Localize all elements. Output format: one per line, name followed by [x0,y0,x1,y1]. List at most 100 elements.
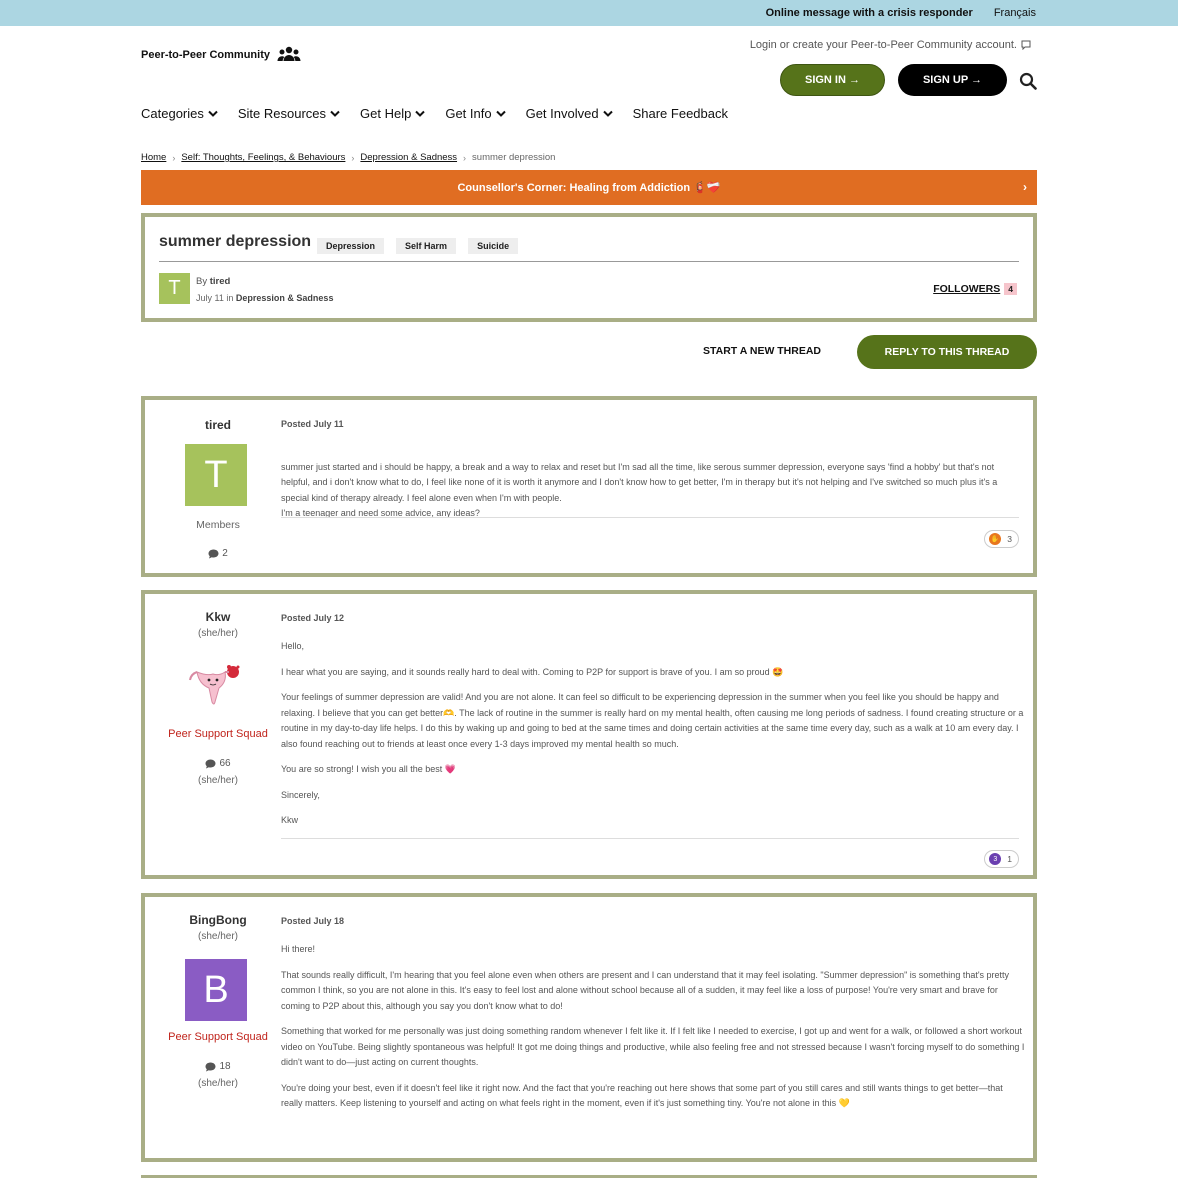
nav-get-help[interactable]: Get Help [360,106,426,121]
sign-up-button[interactable]: SIGN UP → [898,64,1007,96]
account-prompt-text: Login or create your Peer-to-Peer Commun… [749,39,1017,51]
user-pronouns: (she/her) [197,628,238,639]
banner-text: Counsellor's Corner: Healing from Addict… [457,182,721,194]
breadcrumb-home[interactable]: Home [141,152,166,163]
post-item: Kkw (she/her) Peer Support Squad 66 (she… [141,590,1037,879]
author-link[interactable]: tired [210,276,231,287]
post-paragraph: Sincerely, [281,789,320,800]
by-prefix: By [196,276,208,287]
brand-name: Peer-to-Peer Community [141,49,270,61]
mascot-avatar-icon [189,665,240,705]
breadcrumb-chevron-icon: › [351,152,355,163]
reaction-count: 1 [1007,854,1012,864]
divider [281,838,1019,839]
reaction-heart-icon: 3 [989,853,1002,865]
user-pronouns: (she/her) [197,1078,238,1089]
post-count-value: 2 [222,548,228,559]
user-pronouns: (she/her) [197,931,238,942]
search-icon[interactable] [1019,72,1037,90]
post-paragraph: Hi there! [281,944,316,954]
sign-in-button[interactable]: SIGN IN → [780,64,885,96]
main-nav: Categories Site Resources Get Help Get I… [141,106,728,121]
nav-share-feedback[interactable]: Share Feedback [633,106,728,121]
tag-depression[interactable]: Depression [317,238,385,254]
breadcrumb: Home › Self: Thoughts, Feelings, & Behav… [141,152,555,163]
avatar[interactable] [185,662,247,712]
start-new-thread-button[interactable]: START A NEW THREAD [703,345,821,357]
breadcrumb-chevron-icon: › [172,152,176,163]
comment-icon [205,1062,216,1071]
in-word: in [226,293,234,303]
followers-label: FOLLOWERS [933,283,1001,295]
post-date: Posted July 11 [281,419,344,429]
thread-title: summer depression [159,233,312,250]
user-role: Peer Support Squad [168,1031,268,1043]
thread-header: summer depression Depression Self Harm S… [141,213,1037,322]
post-count: 2 [145,548,291,559]
post-count: 66 [145,758,291,769]
announcement-banner[interactable]: Counsellor's Corner: Healing from Addict… [141,170,1037,205]
thread-category-link[interactable]: Depression & Sadness [236,293,334,303]
breadcrumb-depression[interactable]: Depression & Sadness [360,152,457,163]
nav-label: Categories [141,106,204,121]
avatar[interactable]: B [185,959,247,1021]
reaction-badge[interactable]: ✋ 3 [984,530,1019,548]
post-paragraph: Something that worked for me personally … [281,1026,1025,1067]
post-count: 18 [145,1061,291,1072]
breadcrumb-self[interactable]: Self: Thoughts, Feelings, & Behaviours [181,152,345,163]
post-paragraph: You are so strong! I wish you all the be… [281,764,456,774]
nav-categories[interactable]: Categories [141,106,218,121]
followers-count: 4 [1004,283,1017,295]
breadcrumb-chevron-icon: › [463,152,467,163]
chevron-down-icon [208,110,218,117]
post-username[interactable]: Kkw [145,610,291,624]
nav-label: Get Info [445,106,492,121]
nav-label: Site Resources [237,106,327,121]
reaction-hand-icon: ✋ [989,533,1002,545]
thread-tags: Depression Self Harm Suicide [317,238,519,254]
post-count-value: 66 [219,758,231,769]
language-toggle-link[interactable]: Français [994,7,1036,19]
post-username[interactable]: tired [145,418,291,432]
thread-meta: July 11 in Depression & Sadness [196,293,333,303]
post-date: Posted July 12 [281,613,345,623]
chevron-down-icon [495,110,506,117]
comment-icon [205,759,216,768]
post-paragraph: You're doing your best, even if it doesn… [281,1082,1003,1109]
post-username[interactable]: BingBong [145,913,291,927]
followers-button[interactable]: FOLLOWERS 4 [933,283,1017,295]
tag-suicide[interactable]: Suicide [468,238,519,254]
crisis-topbar: Online message with a crisis responder F… [0,0,1178,26]
post-paragraph: Your feelings of summer depression are v… [281,692,1024,749]
nav-label: Get Involved [525,106,599,121]
post-paragraph: summer just started and i should be happ… [281,461,998,519]
nav-site-resources[interactable]: Site Resources [238,106,340,121]
thread-date: July 11 [196,293,224,303]
tag-self-harm[interactable]: Self Harm [396,238,457,254]
avatar[interactable]: T [159,273,190,304]
post-paragraph: I hear what you are saying, and it sound… [281,666,784,677]
user-pronouns: (she/her) [197,775,238,786]
reply-to-thread-button[interactable]: REPLY TO THIS THREAD [857,335,1037,369]
nav-label: Get Help [360,106,412,121]
user-role: Peer Support Squad [168,728,268,740]
chat-bubble-icon [1021,40,1031,50]
user-role: Members [196,519,240,531]
site-header: Peer-to-Peer Community Login or create y… [0,26,1178,166]
reaction-badge[interactable]: 3 1 [984,850,1019,868]
divider [159,261,1019,262]
post-paragraph: Kkw [281,815,299,825]
chevron-right-icon: › [1023,180,1027,194]
post-body: Hi there! That sounds really difficult, … [281,942,1025,1122]
crisis-responder-link[interactable]: Online message with a crisis responder [766,7,973,19]
nav-get-involved[interactable]: Get Involved [526,106,613,121]
account-prompt[interactable]: Login or create your Peer-to-Peer Commun… [750,39,1031,51]
post-body: Hello, I hear what you are saying, and i… [281,639,1025,839]
post-date: Posted July 18 [281,916,345,926]
nav-get-info[interactable]: Get Info [445,106,506,121]
avatar[interactable]: T [185,444,247,506]
thread-author: By tired [196,276,230,287]
post-paragraph: That sounds really difficult, I'm hearin… [281,969,1010,1011]
reaction-count: 3 [1007,534,1012,544]
site-brand[interactable]: Peer-to-Peer Community [141,46,301,64]
